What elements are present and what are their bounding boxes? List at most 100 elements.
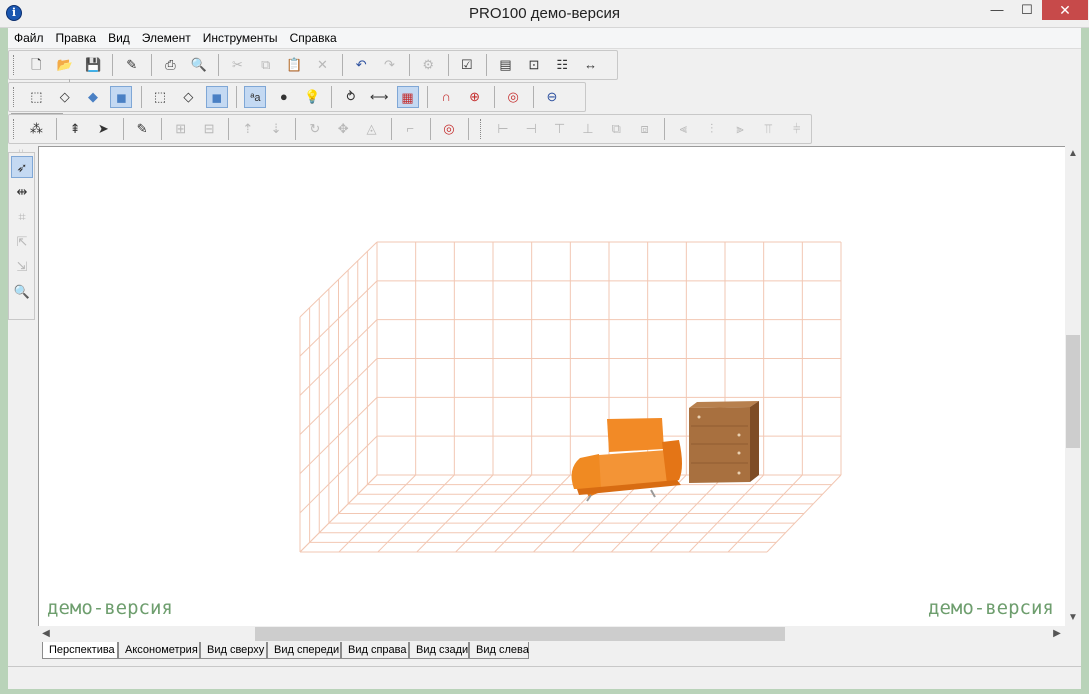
menu-tools[interactable]: Инструменты xyxy=(197,28,284,48)
separator xyxy=(429,118,431,140)
open-folder-icon[interactable]: 📂 xyxy=(54,54,76,76)
shaded-view-icon[interactable]: ◆ xyxy=(82,86,104,108)
vertical-scroll-thumb[interactable] xyxy=(1066,335,1080,448)
edit-properties-icon[interactable]: ✎ xyxy=(121,54,143,76)
mirror-icon[interactable]: ◬ xyxy=(361,118,383,140)
group-icon[interactable]: ⊞ xyxy=(170,118,192,140)
settings-icon[interactable]: ⚙ xyxy=(417,54,439,76)
scroll-right-icon[interactable]: ▶ xyxy=(1049,626,1065,642)
join-icon[interactable]: ⌐ xyxy=(399,118,421,140)
move-pointer-icon[interactable]: ➤ xyxy=(92,118,114,140)
align-left-icon[interactable]: ⊢ xyxy=(492,118,514,140)
materials-icon[interactable]: ● xyxy=(273,86,295,108)
align-up-icon[interactable]: ⇡ xyxy=(237,118,259,140)
distribute-middle-icon[interactable]: ⫩ xyxy=(786,118,808,140)
horizontal-scroll-thumb[interactable] xyxy=(255,627,785,641)
move-icon[interactable]: ✥ xyxy=(332,118,354,140)
select-all-icon[interactable]: ⁂ xyxy=(25,118,47,140)
toolbar-grip[interactable] xyxy=(13,119,17,139)
compress-icon[interactable]: ⇹ xyxy=(11,181,33,203)
select-arrow-icon[interactable]: ➶ xyxy=(11,156,33,178)
align-top-icon[interactable]: ⊤ xyxy=(549,118,571,140)
measure-icon[interactable]: ⟷ xyxy=(368,86,390,108)
hidden-lines-view-icon[interactable]: ◇ xyxy=(54,86,76,108)
paste-icon[interactable]: 📋 xyxy=(283,54,305,76)
zoom-icon[interactable]: 🔍 xyxy=(11,281,33,303)
rotate-icon[interactable]: ↻ xyxy=(304,118,326,140)
dimensions-icon[interactable]: ↔ xyxy=(580,54,602,76)
tab-left-view[interactable]: Вид слева xyxy=(469,642,529,659)
redo-icon[interactable]: ↷ xyxy=(379,54,401,76)
distribute-left-icon[interactable]: ⫷ xyxy=(672,118,694,140)
report-list-icon[interactable]: ☷ xyxy=(551,54,573,76)
toolbar-grip[interactable] xyxy=(13,87,17,107)
3d-viewport[interactable] xyxy=(38,146,1065,626)
demo-watermark-right: демо-версия xyxy=(928,597,1054,619)
separator xyxy=(151,54,153,76)
labels-icon[interactable]: ªa xyxy=(244,86,267,108)
target-icon[interactable]: ◎ xyxy=(438,118,460,140)
undo-icon[interactable]: ↶ xyxy=(350,54,372,76)
report-preview-icon[interactable]: ⊡ xyxy=(523,54,545,76)
distribute-top-icon[interactable]: ⫪ xyxy=(757,118,779,140)
align-back-icon[interactable]: ⧈ xyxy=(634,118,656,140)
menu-view[interactable]: Вид xyxy=(102,28,136,48)
report-icon[interactable]: ▤ xyxy=(495,54,517,76)
tab-top-view[interactable]: Вид сверху xyxy=(200,642,267,659)
grid-icon[interactable]: ▦ xyxy=(396,86,419,108)
lightbulb-icon[interactable]: 💡 xyxy=(301,86,323,108)
lift-icon[interactable]: ⇞ xyxy=(64,118,86,140)
view-toolbar: ⬚ ◇ ◆ ◼ ⬚ ◇ ◼ ªa ● 💡 ⥁ ⟷ ▦ ∩ ⊕ ◎ ⊖ ▼ ⊕ xyxy=(8,82,586,131)
align-down-icon[interactable]: ⇣ xyxy=(265,118,287,140)
menu-file[interactable]: Файл xyxy=(8,28,50,48)
delete-icon[interactable]: ✕ xyxy=(311,54,333,76)
scroll-left-icon[interactable]: ◀ xyxy=(38,626,54,642)
save-icon[interactable]: 💾 xyxy=(82,54,104,76)
toolbar-grip[interactable] xyxy=(13,55,17,75)
print-preview-icon[interactable]: 🔍 xyxy=(188,54,210,76)
menu-edit[interactable]: Правка xyxy=(50,28,103,48)
maximize-button[interactable]: ☐ xyxy=(1012,0,1042,20)
separator xyxy=(426,86,428,108)
center-view-icon[interactable]: ◎ xyxy=(502,86,524,108)
edges-mode-icon[interactable]: ◇ xyxy=(177,86,199,108)
textured-view-icon[interactable]: ◼ xyxy=(110,86,133,108)
dresser[interactable] xyxy=(689,401,759,483)
wireframe-view-icon[interactable]: ⬚ xyxy=(25,86,47,108)
solid-mode-icon[interactable]: ◼ xyxy=(205,86,228,108)
align-right-icon[interactable]: ⊣ xyxy=(520,118,542,140)
scene-canvas[interactable] xyxy=(39,147,1065,626)
pencil-icon[interactable]: ✎ xyxy=(131,118,153,140)
wireframe-mode-icon[interactable]: ⬚ xyxy=(149,86,171,108)
print-icon[interactable]: ⎙ xyxy=(159,54,181,76)
tab-perspective[interactable]: Перспектива xyxy=(42,642,118,659)
scroll-up-icon[interactable]: ▲ xyxy=(1065,146,1081,162)
checklist-icon[interactable]: ☑ xyxy=(456,54,478,76)
zoom-out-icon[interactable]: ⊖ xyxy=(541,86,563,108)
edit-shape-icon[interactable]: ⌗ xyxy=(11,206,33,228)
stretch-icon[interactable]: ⇱ xyxy=(11,231,33,253)
cut-icon[interactable]: ✂ xyxy=(226,54,248,76)
minimize-button[interactable]: — xyxy=(982,0,1012,20)
close-button[interactable]: ✕ xyxy=(1042,0,1088,20)
tab-right-view[interactable]: Вид справа xyxy=(341,642,409,659)
toolbar-grip[interactable] xyxy=(479,119,484,139)
armchair[interactable] xyxy=(571,418,682,502)
scroll-down-icon[interactable]: ▼ xyxy=(1065,610,1081,626)
menu-help[interactable]: Справка xyxy=(284,28,343,48)
distribute-right-icon[interactable]: ⫸ xyxy=(729,118,751,140)
fit-icon[interactable]: ⇲ xyxy=(11,256,33,278)
tab-axonometry[interactable]: Аксонометрия xyxy=(118,642,200,659)
copy-icon[interactable]: ⧉ xyxy=(255,54,277,76)
distribute-center-icon[interactable]: ⫶ xyxy=(701,118,723,140)
align-bottom-icon[interactable]: ⊥ xyxy=(577,118,599,140)
new-file-icon[interactable]: 🗋 xyxy=(25,54,47,76)
paint-roller-icon[interactable]: ⥁ xyxy=(340,86,362,108)
snap-target-icon[interactable]: ⊕ xyxy=(464,86,486,108)
magnet-icon[interactable]: ∩ xyxy=(435,86,457,108)
align-front-icon[interactable]: ⧉ xyxy=(605,118,627,140)
ungroup-icon[interactable]: ⊟ xyxy=(198,118,220,140)
tab-front-view[interactable]: Вид спереди xyxy=(267,642,341,659)
tab-back-view[interactable]: Вид сзади xyxy=(409,642,469,659)
menu-element[interactable]: Элемент xyxy=(136,28,197,48)
